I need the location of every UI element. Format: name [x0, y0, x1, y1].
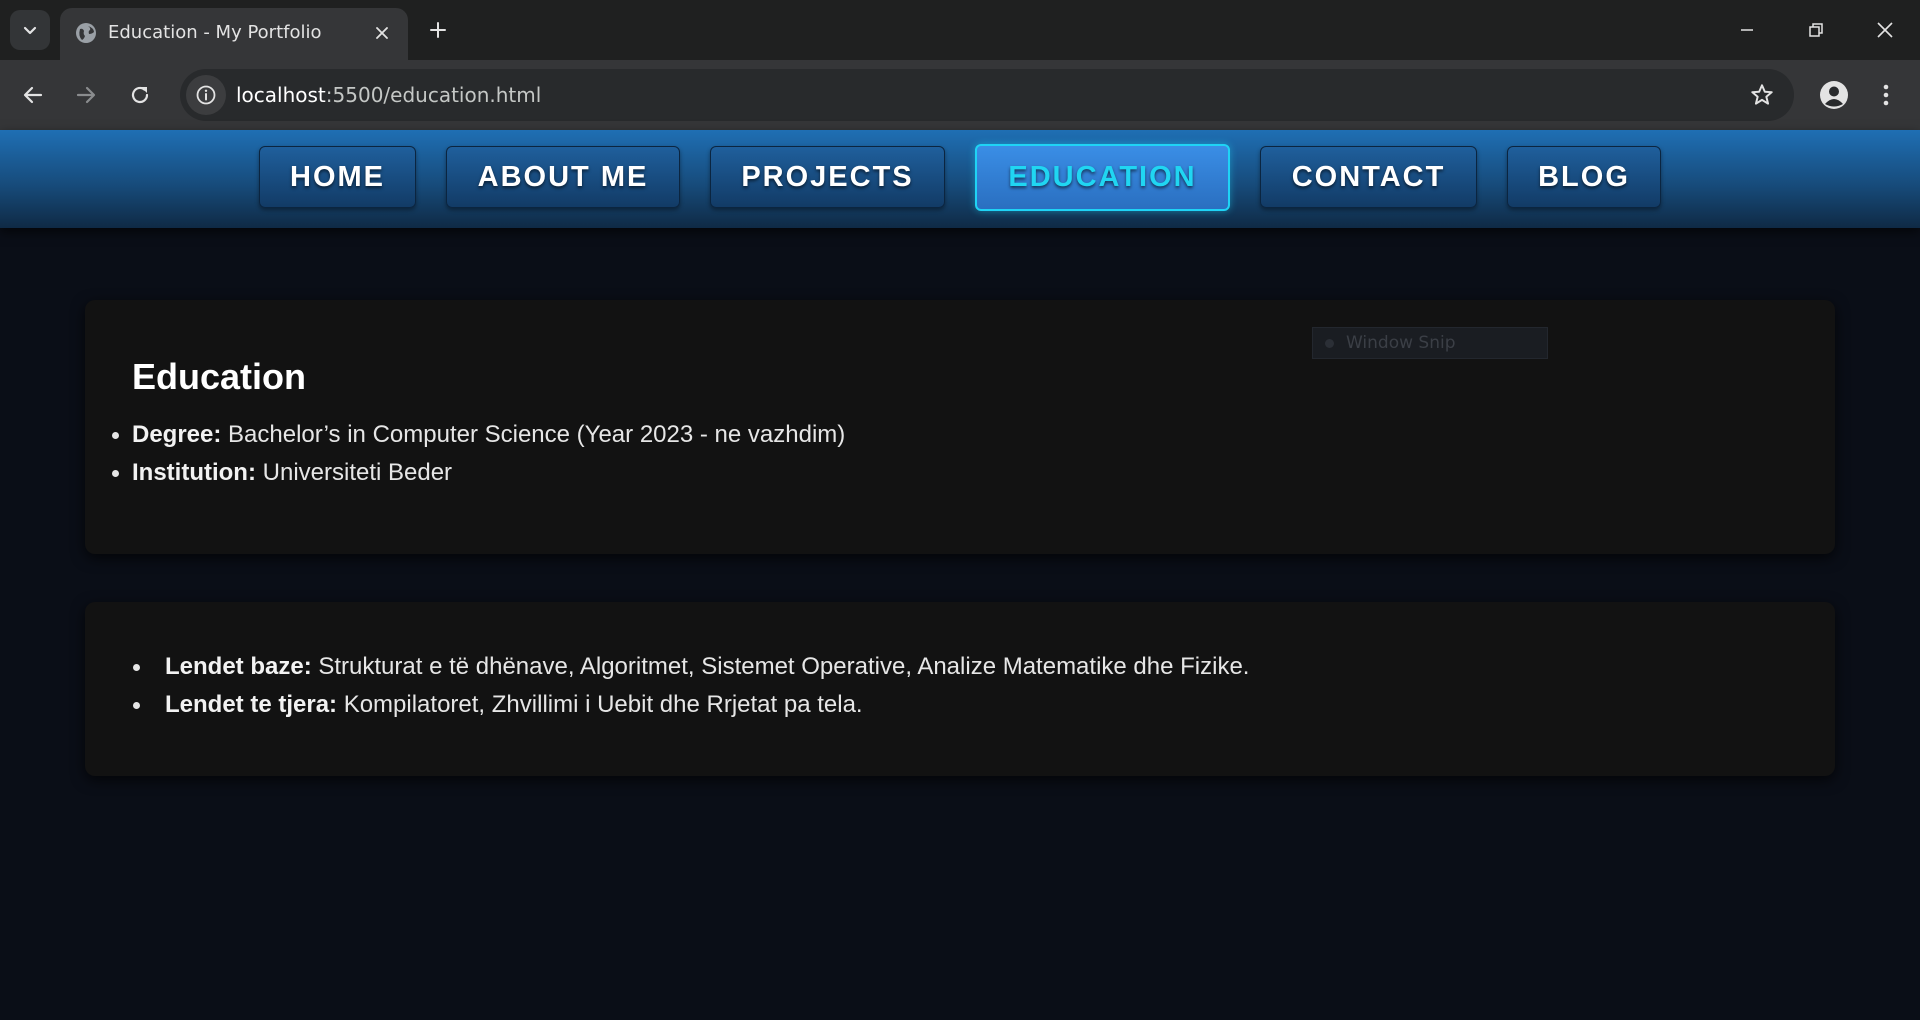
reload-button[interactable] [122, 77, 158, 113]
plus-icon [430, 22, 446, 38]
bookmark-button[interactable] [1748, 81, 1776, 109]
arrow-left-icon [23, 86, 43, 104]
courses-card: Lendet baze: Strukturat e të dhënave, Al… [85, 602, 1835, 776]
star-icon [1751, 84, 1773, 105]
more-vert-icon [1883, 84, 1889, 106]
site-info-button[interactable] [186, 75, 226, 115]
site-navigation: HOME ABOUT ME PROJECTS EDUCATION CONTACT… [0, 130, 1920, 228]
list-item: Lendet te tjera: Kompilatoret, Zhvillimi… [132, 686, 1249, 724]
avatar-icon [1820, 81, 1848, 109]
browser-tab-active[interactable]: Education - My Portfolio [60, 8, 408, 60]
window-close-button[interactable] [1861, 10, 1909, 50]
profile-button[interactable] [1816, 77, 1852, 113]
education-list: Degree: Bachelor’s in Computer Science (… [111, 416, 846, 492]
url-text: localhost:5500/education.html [236, 83, 541, 107]
close-icon [376, 27, 388, 39]
snip-dot-icon [1325, 338, 1334, 348]
back-button[interactable] [15, 77, 51, 113]
window-snip-overlay: Window Snip [1312, 327, 1548, 359]
item-value: Universiteti Beder [255, 459, 453, 486]
new-tab-button[interactable] [424, 16, 452, 44]
list-item: Lendet baze: Strukturat e të dhënave, Al… [132, 648, 1250, 686]
item-value: Kompilatoret, Zhvillimi i Uebit dhe Rrje… [337, 691, 863, 718]
chevron-down-icon [23, 26, 37, 35]
education-heading: Education [132, 356, 307, 397]
nav-education[interactable]: EDUCATION [975, 144, 1230, 211]
item-label: Institution: [132, 459, 256, 486]
restore-button[interactable] [1792, 10, 1840, 50]
browser-toolbar: localhost:5500/education.html [0, 60, 1920, 130]
browser-tab-bar: Education - My Portfolio [0, 0, 1920, 60]
info-icon [196, 85, 216, 105]
minimize-button[interactable] [1723, 10, 1771, 50]
list-item: Institution: Universiteti Beder [111, 454, 845, 492]
minimize-icon [1741, 29, 1753, 31]
courses-list: Lendet baze: Strukturat e të dhënave, Al… [132, 648, 1250, 724]
restore-icon [1809, 23, 1823, 37]
reload-icon [131, 86, 149, 104]
nav-home[interactable]: HOME [259, 146, 416, 208]
item-label: Degree: [132, 421, 222, 448]
close-icon [1877, 22, 1893, 38]
url-host: localhost [236, 83, 326, 107]
list-item: Degree: Bachelor’s in Computer Science (… [111, 416, 846, 454]
nav-contact[interactable]: CONTACT [1260, 146, 1477, 208]
nav-blog[interactable]: BLOG [1507, 146, 1661, 208]
address-bar[interactable]: localhost:5500/education.html [180, 69, 1794, 121]
item-value: Bachelor’s in Computer Science (Year 202… [221, 421, 846, 448]
web-page: HOME ABOUT ME PROJECTS EDUCATION CONTACT… [0, 130, 1920, 1020]
education-card: Education Degree: Bachelor’s in Computer… [85, 300, 1835, 554]
nav-about-me[interactable]: ABOUT ME [446, 146, 680, 208]
tab-title: Education - My Portfolio [108, 22, 322, 43]
window-snip-label: Window Snip [1346, 333, 1456, 353]
url-path: :5500/education.html [325, 83, 542, 107]
forward-button[interactable] [68, 77, 104, 113]
tab-search-button[interactable] [10, 10, 50, 50]
nav-projects[interactable]: PROJECTS [710, 146, 945, 208]
tab-close-button[interactable] [370, 21, 394, 45]
arrow-right-icon [76, 86, 96, 104]
item-value: Strukturat e të dhënave, Algoritmet, Sis… [311, 653, 1250, 680]
item-label: Lendet te tjera: [165, 691, 338, 718]
globe-icon [76, 23, 96, 43]
browser-menu-button[interactable] [1872, 77, 1900, 113]
item-label: Lendet baze: [165, 653, 312, 680]
